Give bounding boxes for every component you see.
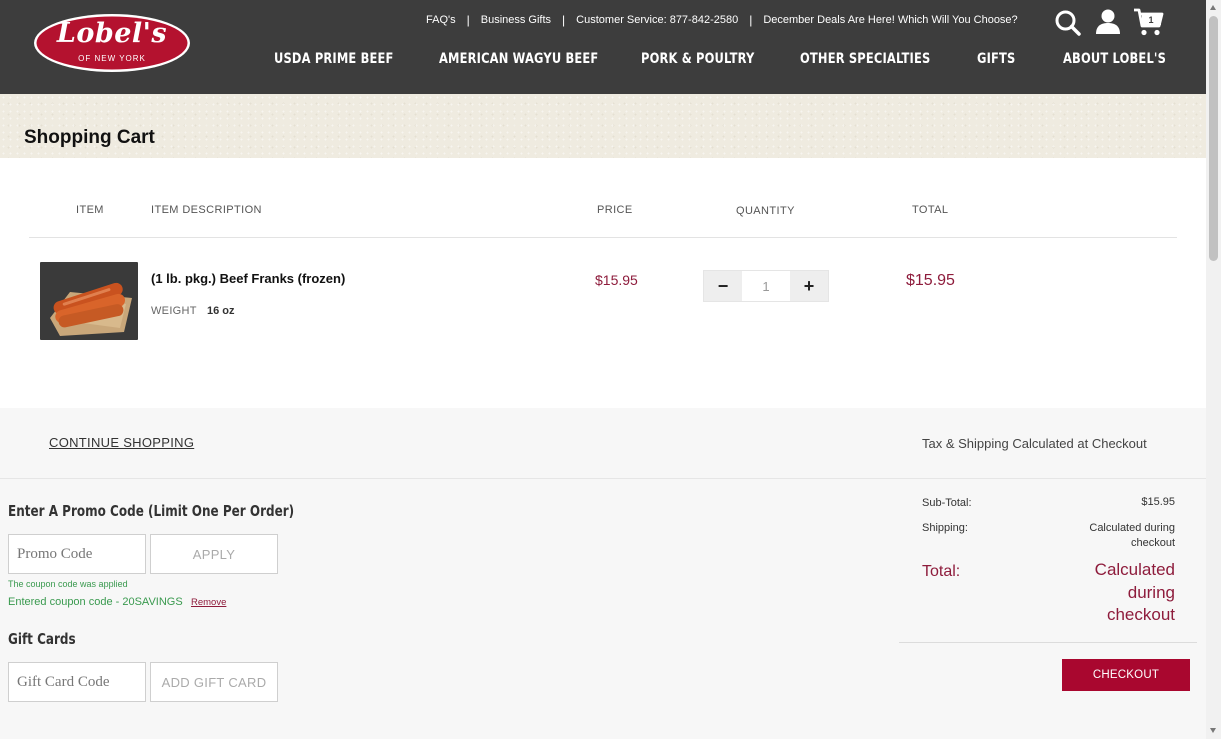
shipping-value: Calculated during checkout	[1089, 522, 1175, 549]
promo-code-input[interactable]	[8, 534, 146, 574]
divider	[899, 642, 1197, 643]
site-header: Lobel's OF NEW YORK FAQ's | Business Gif…	[0, 0, 1206, 94]
quantity-stepper: − +	[703, 270, 829, 302]
order-total-value: Calculated during checkout	[1094, 560, 1175, 624]
account-icon[interactable]	[1093, 7, 1123, 37]
continue-shopping-link[interactable]: CONTINUE SHOPPING	[49, 435, 194, 450]
divider	[0, 478, 1206, 479]
product-thumbnail[interactable]	[40, 262, 138, 340]
coupon-entered-message: Entered coupon code - 20SAVINGS	[8, 596, 183, 608]
decrease-quantity-button[interactable]: −	[704, 271, 742, 301]
coupon-applied-message: The coupon code was applied	[8, 579, 128, 589]
unit-price: $15.95	[595, 272, 638, 288]
col-head-price: PRICE	[597, 204, 633, 216]
customer-service-link[interactable]: Customer Service: 877-842-2580	[576, 14, 738, 26]
page-title: Shopping Cart	[24, 127, 155, 148]
subtotal-label: Sub-Total:	[922, 497, 972, 509]
lobels-logo[interactable]: Lobel's OF NEW YORK	[33, 13, 191, 73]
logo-subtitle: OF NEW YORK	[78, 54, 146, 63]
scroll-up-icon[interactable]	[1210, 5, 1216, 10]
page-scrollbar[interactable]	[1206, 0, 1221, 739]
nav-gifts[interactable]: GIFTS	[977, 51, 1015, 67]
divider: |	[466, 13, 470, 27]
quantity-input[interactable]	[742, 271, 790, 301]
col-head-quantity: QUANTITY	[736, 205, 795, 217]
gift-card-input[interactable]	[8, 662, 146, 702]
divider	[29, 237, 1177, 238]
shipping-label: Shipping:	[922, 522, 968, 534]
business-gifts-link[interactable]: Business Gifts	[481, 14, 551, 26]
product-name-link[interactable]: (1 lb. pkg.) Beef Franks (frozen)	[151, 271, 345, 286]
nav-pork-poultry[interactable]: PORK & POULTRY	[641, 51, 754, 67]
search-icon[interactable]	[1053, 8, 1083, 38]
increase-quantity-button[interactable]: +	[790, 271, 828, 301]
tax-shipping-note: Tax & Shipping Calculated at Checkout	[922, 436, 1147, 451]
remove-coupon-link[interactable]: Remove	[191, 597, 226, 608]
divider: |	[749, 13, 753, 27]
checkout-button[interactable]: CHECKOUT	[1062, 659, 1190, 691]
scrollbar-thumb[interactable]	[1209, 16, 1218, 261]
logo-wordmark: Lobel's	[56, 18, 168, 49]
col-head-total: TOTAL	[912, 204, 949, 216]
col-head-description: ITEM DESCRIPTION	[151, 204, 262, 216]
apply-promo-button[interactable]: APPLY	[150, 534, 278, 574]
subtotal-value: $15.95	[1141, 496, 1175, 508]
scroll-down-icon[interactable]	[1210, 728, 1216, 733]
weight-label: WEIGHT	[151, 305, 197, 317]
line-total: $15.95	[906, 272, 955, 289]
december-deals-link[interactable]: December Deals Are Here! Which Will You …	[763, 14, 1017, 26]
promo-title: Enter A Promo Code (Limit One Per Order)	[8, 502, 295, 520]
weight-value: 16 oz	[207, 305, 235, 317]
col-head-item: ITEM	[76, 204, 104, 216]
divider: |	[562, 13, 566, 27]
nav-about-lobels[interactable]: ABOUT LOBEL'S	[1063, 51, 1166, 67]
gift-cards-title: Gift Cards	[8, 630, 76, 648]
order-total-label: Total:	[922, 563, 961, 580]
title-band: Shopping Cart	[0, 94, 1206, 158]
utility-links: FAQ's | Business Gifts | Customer Servic…	[426, 13, 1018, 27]
cart-count-badge: 1	[1148, 15, 1154, 25]
add-gift-card-button[interactable]: ADD GIFT CARD	[150, 662, 278, 702]
nav-other-specialties[interactable]: OTHER SPECIALTIES	[800, 51, 930, 67]
nav-american-wagyu-beef[interactable]: AMERICAN WAGYU BEEF	[439, 51, 598, 67]
nav-usda-prime-beef[interactable]: USDA PRIME BEEF	[274, 51, 394, 67]
faq-link[interactable]: FAQ's	[426, 14, 456, 26]
